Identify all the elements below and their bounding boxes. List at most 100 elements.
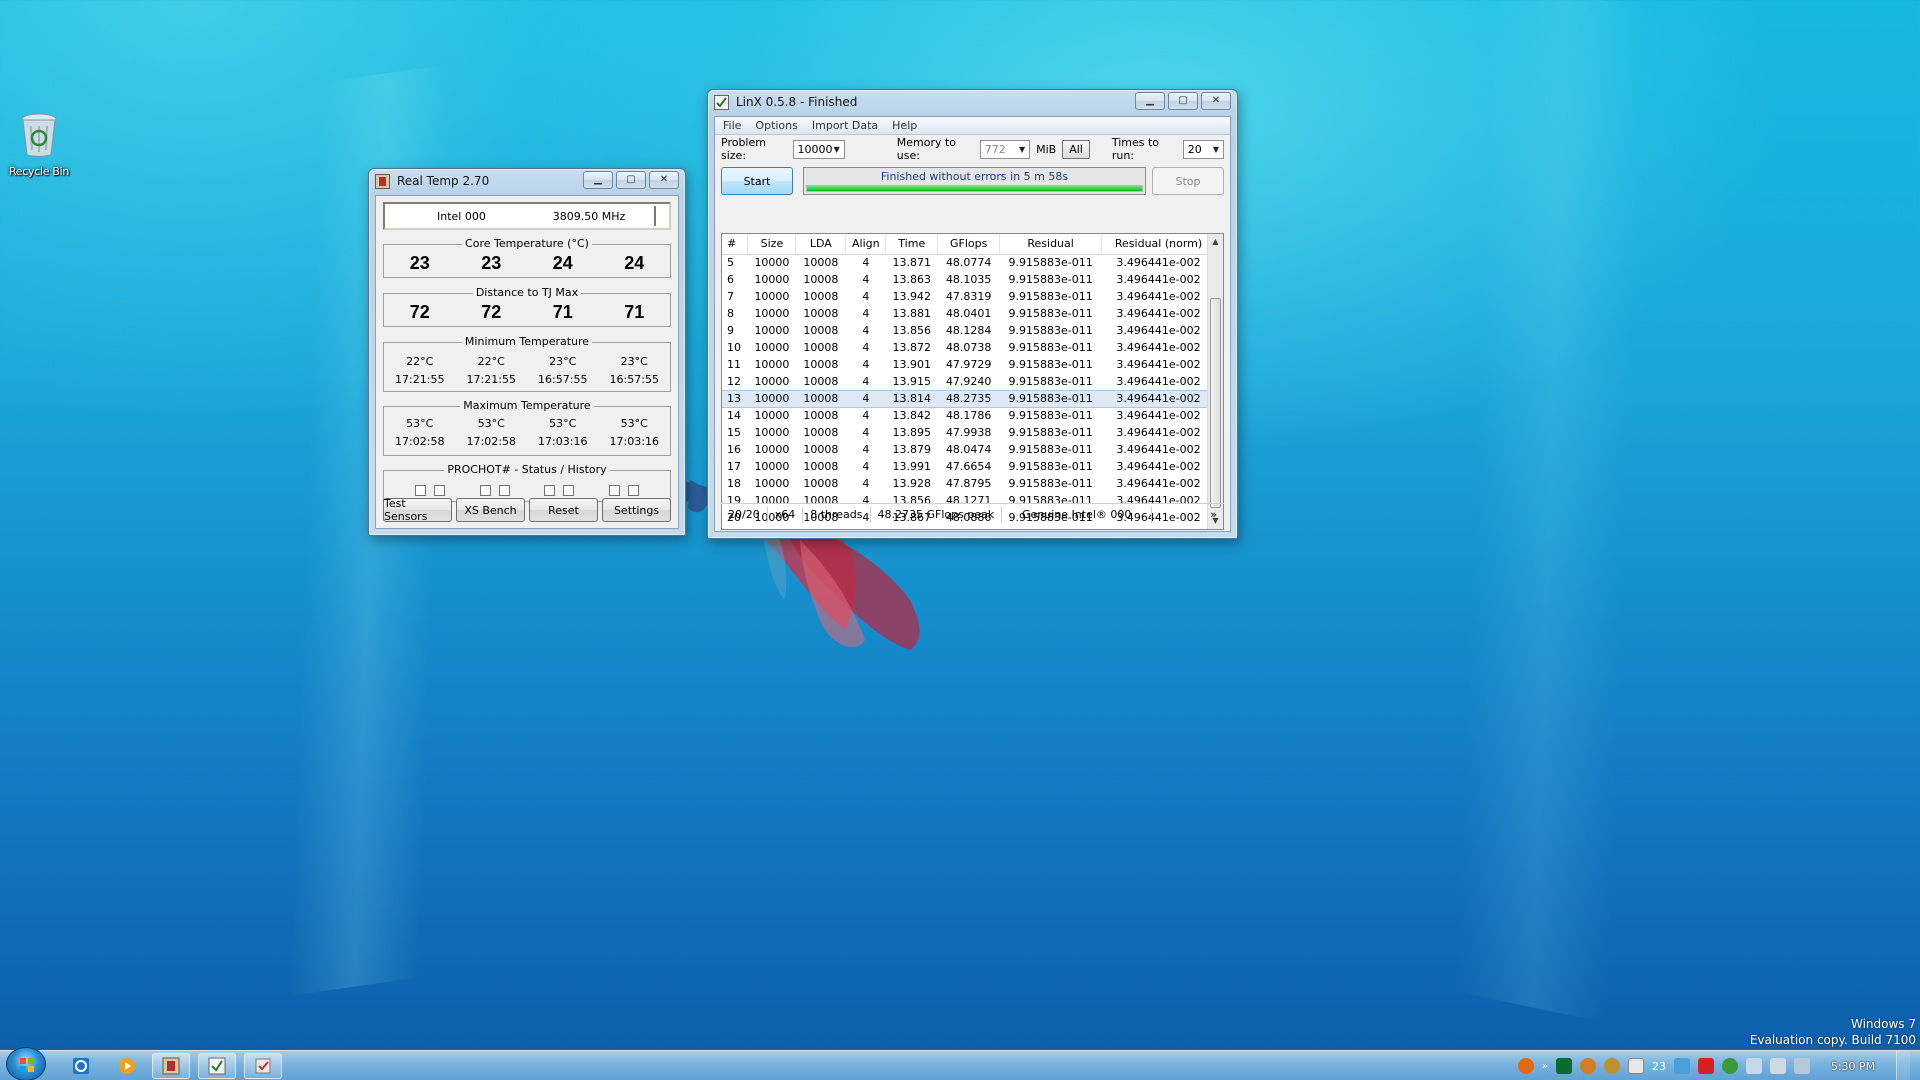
table-row[interactable]: 18 10000 10008 4 13.928 47.8795 9.915883e-011 3…	[722, 475, 1216, 492]
flag-icon[interactable]	[1770, 1058, 1786, 1074]
core-temp-value: 24	[552, 253, 573, 273]
settings-button[interactable]: Settings	[602, 498, 671, 522]
column-header[interactable]: Residual	[999, 234, 1103, 255]
column-header[interactable]: Align	[845, 234, 887, 255]
minimize-button[interactable]: ▁	[1135, 92, 1165, 110]
table-row[interactable]: 10 10000 10008 4 13.872 48.0738 9.915883e-011 3…	[722, 339, 1216, 356]
maximum-temperature-group: Maximum Temperature 53°C 53°C 53°C 53°C …	[383, 399, 671, 456]
power-icon[interactable]	[1794, 1058, 1810, 1074]
table-row[interactable]: 14 10000 10008 4 13.842 48.1786 9.915883e-011 3…	[722, 407, 1216, 424]
max-temp-value: 53°C	[620, 417, 648, 430]
menu-help[interactable]: Help	[892, 119, 917, 132]
realtemp-titlebar[interactable]: Real Temp 2.70 ▁ ▢ ✕	[369, 169, 685, 195]
prochot-status-checkbox[interactable]	[415, 485, 427, 496]
table-row[interactable]: 17 10000 10008 4 13.991 47.6654 9.915883e-011 3…	[722, 458, 1216, 475]
table-cell: 10000	[754, 290, 790, 303]
ati-tray-icon[interactable]	[1698, 1058, 1714, 1074]
prochot-history-checkbox[interactable]	[627, 485, 639, 496]
table-cell: 10000	[754, 256, 790, 270]
maximize-button[interactable]: ▢	[1168, 92, 1198, 110]
table-cell: 9.915883e-011	[999, 389, 1102, 408]
xs-bench-button[interactable]: XS Bench	[456, 498, 525, 522]
table-row[interactable]: 8 10000 10008 4 13.881 48.0401 9.915883e-011 3.…	[722, 305, 1216, 322]
column-header[interactable]: #	[722, 234, 749, 255]
minimize-button[interactable]: ▁	[583, 171, 613, 189]
table-cell: 3.496441e-002	[1116, 477, 1201, 490]
distance-tjmax-group: Distance to TJ Max 72 72 71 71	[383, 286, 671, 327]
prochot-history-checkbox[interactable]	[434, 485, 446, 496]
taskbar-app-button[interactable]	[244, 1053, 282, 1079]
column-header[interactable]: LDA	[795, 234, 847, 255]
show-desktop-button[interactable]	[1896, 1051, 1910, 1080]
table-row[interactable]: 13 10000 10008 4 13.814 48.2735 9.915883e-011 3…	[722, 389, 1216, 408]
table-row[interactable]: 6 10000 10008 4 13.863 48.1035 9.915883e-011 3.…	[722, 271, 1216, 288]
realtemp-window[interactable]: Real Temp 2.70 ▁ ▢ ✕ Intel 000 3809.50 M…	[368, 168, 686, 536]
start-button[interactable]: Start	[721, 167, 793, 195]
table-row[interactable]: 5 10000 10008 4 13.871 48.0774 9.915883e-011 3.…	[722, 254, 1216, 271]
table-cell: 16	[727, 443, 741, 456]
clock[interactable]: 5:30 PM	[1818, 1060, 1888, 1073]
taskbar-realtemp-button[interactable]	[152, 1053, 190, 1079]
linx-window[interactable]: LinX 0.5.8 - Finished ▁ ▢ ✕ File Options…	[707, 89, 1238, 539]
table-row[interactable]: 7 10000 10008 4 13.942 47.8319 9.915883e-011 3.…	[722, 288, 1216, 305]
table-row[interactable]: 12 10000 10008 4 13.915 47.9240 9.915883e-011 3…	[722, 373, 1216, 390]
nvidia-tray-icon[interactable]	[1556, 1058, 1572, 1074]
all-memory-button[interactable]: All	[1062, 139, 1090, 159]
prochot-status-checkbox[interactable]	[608, 485, 620, 496]
memory-combo[interactable]: 772 ▼	[979, 139, 1031, 159]
column-header[interactable]: GFlops	[937, 234, 1001, 255]
linx-title: LinX 0.5.8 - Finished	[736, 95, 858, 109]
column-header[interactable]: Residual (norm)	[1101, 234, 1216, 255]
table-cell: 3.496441e-002	[1116, 290, 1201, 303]
results-scrollbar[interactable]: ▲ ▼	[1207, 234, 1223, 529]
monitor-tray-icon[interactable]	[1628, 1058, 1644, 1074]
close-button[interactable]: ✕	[649, 171, 679, 189]
menu-file[interactable]: File	[723, 119, 741, 132]
table-cell: 13.842	[892, 409, 932, 423]
menu-import-data[interactable]: Import Data	[812, 119, 878, 132]
recycle-bin-icon[interactable]: Recycle Bin	[4, 112, 74, 178]
table-header-row: # Size LDA Align Time GFlops Residual Re…	[722, 234, 1216, 255]
table-row[interactable]: 11 10000 10008 4 13.901 47.9729 9.915883e-011 3…	[722, 356, 1216, 373]
prochot-status-checkbox[interactable]	[544, 485, 556, 496]
problem-size-combo[interactable]: 10000 ▼	[792, 139, 845, 159]
gear-tray-icon[interactable]	[1580, 1058, 1596, 1074]
maximize-button[interactable]: ▢	[616, 171, 646, 189]
network-tray-icon[interactable]	[1674, 1058, 1690, 1074]
linx-titlebar[interactable]: LinX 0.5.8 - Finished ▁ ▢ ✕	[708, 90, 1237, 116]
table-cell: 10008	[803, 426, 839, 439]
scroll-thumb[interactable]	[1210, 298, 1221, 508]
results-table[interactable]: # Size LDA Align Time GFlops Residual Re…	[721, 233, 1224, 530]
prochot-history-checkbox[interactable]	[498, 485, 510, 496]
tray-overflow[interactable]: »	[1542, 1061, 1548, 1072]
status-more[interactable]: »	[1203, 507, 1224, 523]
maximum-temperature-title: Maximum Temperature	[460, 399, 594, 412]
close-button[interactable]: ✕	[1201, 92, 1231, 110]
taskbar-media-player-button[interactable]	[108, 1053, 146, 1079]
volume-icon[interactable]	[1746, 1058, 1762, 1074]
tray-temperature[interactable]: 23	[1652, 1060, 1666, 1073]
scroll-up-icon[interactable]: ▲	[1208, 234, 1223, 250]
start-button[interactable]	[6, 1047, 46, 1080]
taskbar-linx-button[interactable]	[198, 1053, 236, 1079]
sun-tray-icon[interactable]	[1604, 1058, 1620, 1074]
reset-button[interactable]: Reset	[529, 498, 598, 522]
taskbar-ie-button[interactable]	[62, 1053, 100, 1079]
column-header[interactable]: Size	[747, 234, 797, 255]
table-row[interactable]: 15 10000 10008 4 13.895 47.9938 9.915883e-011 3…	[722, 424, 1216, 441]
max-temp-time: 17:02:58	[466, 435, 516, 448]
table-row[interactable]: 16 10000 10008 4 13.879 48.0474 9.915883e-011 3…	[722, 441, 1216, 458]
stop-button[interactable]: Stop	[1152, 167, 1224, 195]
firefox-tray-icon[interactable]	[1517, 1058, 1534, 1074]
prochot-history-checkbox[interactable]	[563, 485, 575, 496]
column-header[interactable]: Time	[885, 234, 939, 255]
status-cpu: Genuine Intel® 000	[1002, 506, 1153, 523]
prochot-status-checkbox[interactable]	[479, 485, 491, 496]
times-to-run-combo[interactable]: 20 ▼	[1182, 139, 1224, 159]
menu-options[interactable]: Options	[755, 119, 797, 132]
table-row[interactable]: 9 10000 10008 4 13.856 48.1284 9.915883e-011 3.…	[722, 322, 1216, 339]
max-temp-time: 17:03:16	[538, 435, 588, 448]
cpu-frequency: 3809.50 MHz	[552, 209, 626, 223]
test-sensors-button[interactable]: Test Sensors	[383, 497, 452, 523]
shield-tray-icon[interactable]	[1722, 1058, 1738, 1074]
